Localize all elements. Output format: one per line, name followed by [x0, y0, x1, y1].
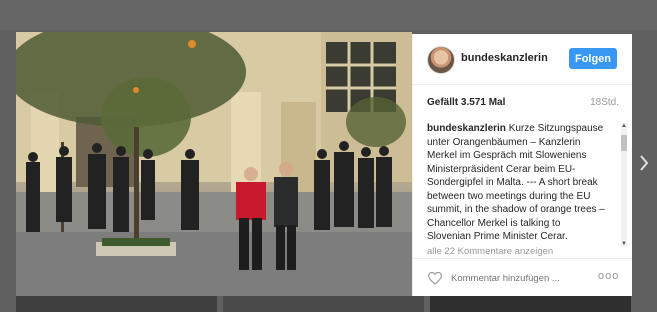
more-options-icon[interactable]: ooo [598, 270, 619, 282]
photo-scene [16, 32, 412, 296]
post-photo[interactable] [16, 32, 412, 296]
background-feed-strip [0, 0, 657, 30]
post-details-panel: bundeskanzlerin Folgen Gefällt 3.571 Mal… [412, 34, 632, 296]
thumbnail[interactable] [16, 296, 217, 312]
post-timestamp[interactable]: 18Std. [590, 97, 619, 108]
chevron-right-icon [640, 155, 649, 171]
avatar[interactable] [427, 46, 455, 74]
caption-username[interactable]: bundeskanzlerin [427, 123, 506, 134]
scroll-thumb[interactable] [621, 135, 627, 151]
likes-row: Gefällt 3.571 Mal 18Std. [427, 97, 619, 111]
post-footer: ooo [413, 258, 632, 297]
thumbnail[interactable] [223, 296, 424, 312]
caption-text: Kurze Sitzungspause unter Orangenbäumen … [427, 123, 605, 242]
thumbnail[interactable] [430, 296, 631, 312]
next-post-button[interactable] [636, 152, 652, 174]
comments-scrollbar[interactable]: ▲ ▼ [621, 123, 627, 247]
add-comment-input[interactable] [451, 269, 571, 287]
likes-count[interactable]: Gefällt 3.571 Mal [427, 97, 505, 108]
heart-icon[interactable] [427, 271, 443, 285]
username-link[interactable]: bundeskanzlerin [461, 52, 548, 64]
post-header: bundeskanzlerin Folgen [413, 34, 632, 85]
view-all-comments-link[interactable]: alle 22 Kommentare anzeigen [427, 246, 627, 257]
scroll-up-arrow-icon[interactable]: ▲ [621, 123, 627, 129]
scroll-down-arrow-icon[interactable]: ▼ [621, 241, 627, 247]
post-caption: bundeskanzlerin Kurze Sitzungspause unte… [427, 122, 607, 244]
background-thumbnails [16, 296, 631, 312]
comments-area[interactable]: bundeskanzlerin Kurze Sitzungspause unte… [427, 122, 627, 257]
follow-button[interactable]: Folgen [569, 48, 617, 69]
